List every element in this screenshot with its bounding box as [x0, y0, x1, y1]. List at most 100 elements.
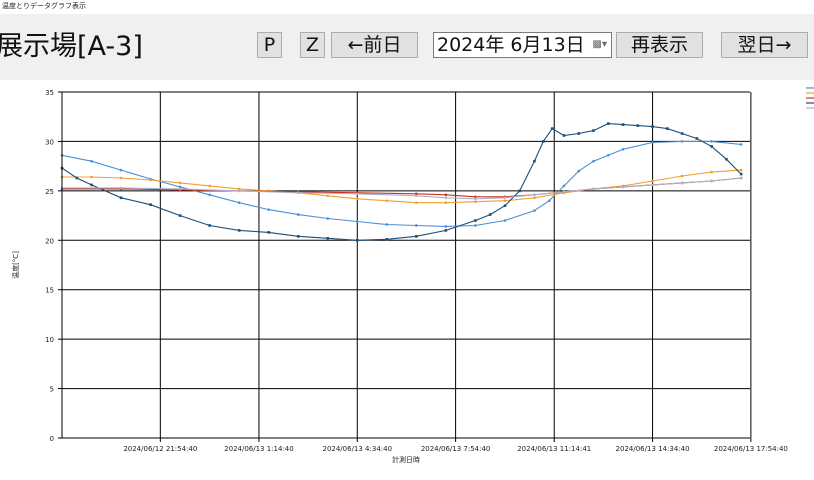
x-tick-label: 2024/06/13 17:54:40 [714, 445, 788, 453]
data-point [695, 137, 699, 140]
next-day-button[interactable]: 翌日→ [721, 32, 808, 58]
data-point [621, 123, 625, 126]
x-tick-label: 2024/06/13 4:34:40 [322, 445, 392, 453]
date-value: 2024年 6月13日 [437, 34, 585, 56]
data-point [90, 175, 93, 179]
series-line-1 [61, 140, 742, 227]
chart-ticks: 0 5 10 15 20 25 30 35 2024/06/12 21:54:40 2024/06… [45, 89, 788, 453]
data-point [355, 192, 359, 196]
window-title: 温度とりデータグラフ表示 [2, 2, 86, 10]
data-point [444, 201, 448, 205]
data-point [149, 178, 152, 182]
data-point [562, 184, 566, 188]
data-point [355, 220, 359, 223]
data-point [90, 183, 93, 187]
data-point [296, 213, 300, 216]
data-point [666, 127, 669, 130]
data-point [119, 186, 123, 190]
data-point [550, 127, 554, 130]
data-point [267, 231, 270, 234]
temperature-chart: 0 5 10 15 20 25 30 35 2024/06/12 21:54:40 2024/06… [11, 87, 814, 464]
data-point [710, 140, 713, 143]
data-point [178, 214, 182, 217]
data-point [606, 122, 610, 125]
data-point [355, 197, 359, 201]
data-point [474, 219, 477, 222]
y-tick-label: 20 [45, 237, 54, 245]
data-point [415, 224, 418, 227]
data-point [725, 157, 728, 161]
data-point [326, 237, 330, 240]
data-point [90, 159, 93, 163]
data-point [680, 181, 684, 185]
data-point [296, 235, 300, 238]
x-tick-label: 2024/06/13 7:54:40 [421, 445, 491, 453]
data-point [326, 194, 330, 198]
data-point [444, 193, 448, 197]
data-point [75, 176, 79, 180]
data-point [651, 141, 654, 144]
data-point [267, 208, 270, 211]
data-point [562, 134, 566, 137]
data-point [503, 219, 507, 222]
data-point [680, 140, 684, 143]
data-point [739, 168, 743, 172]
data-point [739, 172, 743, 176]
data-point [385, 237, 389, 241]
data-point [385, 199, 389, 203]
data-point [503, 196, 507, 200]
calendar-dropdown-icon[interactable]: ▩▾ [593, 33, 607, 57]
data-point [592, 187, 595, 191]
data-point [119, 196, 123, 200]
window-titlebar: 温度とりデータグラフ表示 [0, 0, 814, 14]
data-point [651, 125, 654, 128]
data-point [562, 190, 566, 194]
data-point [621, 185, 625, 189]
refresh-button[interactable]: 再表示 [616, 32, 703, 58]
x-tick-label: 2024/06/13 1:14:40 [224, 445, 294, 453]
data-point [178, 187, 182, 191]
data-point [488, 213, 492, 216]
data-point [208, 224, 211, 227]
data-point [680, 132, 684, 135]
data-point [415, 235, 418, 238]
chart-series [60, 122, 743, 242]
data-point [621, 148, 625, 151]
data-point [503, 204, 507, 207]
y-tick-label: 10 [45, 336, 54, 344]
date-picker[interactable]: 2024年 6月13日 ▩▾ [433, 32, 612, 58]
y-tick-label: 0 [50, 435, 54, 443]
data-point [542, 140, 545, 143]
data-point [237, 201, 241, 205]
data-point [208, 184, 211, 188]
data-point [119, 176, 123, 180]
z-button[interactable]: Z [300, 32, 325, 58]
data-point [547, 199, 551, 203]
data-point [415, 194, 418, 198]
data-point [444, 229, 448, 232]
prev-day-button[interactable]: ←前日 [331, 32, 418, 58]
p-button[interactable]: P [257, 32, 282, 58]
y-tick-label: 5 [50, 386, 54, 394]
data-point [592, 129, 595, 132]
data-point [149, 203, 152, 206]
y-tick-label: 15 [45, 287, 54, 295]
data-point [606, 153, 610, 157]
x-tick-label: 2024/06/13 14:34:40 [616, 445, 690, 453]
data-point [208, 193, 211, 197]
data-point [533, 196, 536, 200]
data-point [474, 197, 477, 201]
data-point [237, 189, 241, 193]
data-point [710, 179, 713, 183]
data-point [444, 225, 448, 228]
data-point [518, 189, 521, 193]
data-point [119, 168, 123, 172]
data-point [533, 159, 536, 163]
data-point [636, 124, 640, 127]
data-point [415, 201, 418, 205]
data-point [680, 174, 684, 178]
data-point [651, 179, 654, 183]
y-tick-label: 25 [45, 188, 54, 196]
data-point [533, 209, 536, 212]
data-point [474, 224, 477, 227]
